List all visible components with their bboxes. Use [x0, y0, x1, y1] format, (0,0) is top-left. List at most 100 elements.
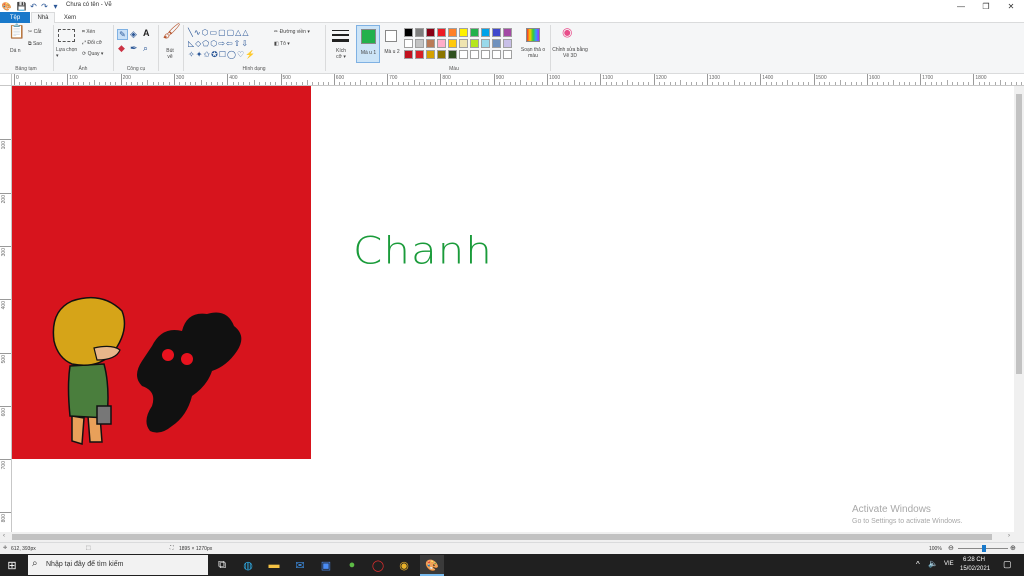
color2-button[interactable]: Mà u 2 — [382, 25, 402, 63]
text-tool-icon[interactable]: A — [143, 29, 150, 38]
opera-icon[interactable]: ◯ — [370, 557, 386, 573]
maximize-button[interactable]: ❐ — [975, 0, 997, 12]
language-indicator[interactable]: VIE — [944, 561, 954, 567]
crop-button[interactable]: ⌗ Xén — [82, 29, 95, 35]
edit-colors-icon[interactable] — [526, 28, 540, 42]
clock-time[interactable]: 6:28 CH — [963, 557, 985, 563]
tab-view[interactable]: Xem — [58, 12, 82, 23]
vertical-scroll-thumb[interactable] — [1016, 94, 1022, 374]
volume-icon[interactable]: 🔈 — [928, 559, 938, 568]
edge-icon[interactable]: ◍ — [240, 557, 256, 573]
horizontal-scrollbar[interactable]: ‹ › — [0, 532, 1024, 542]
palette-swatch[interactable] — [437, 28, 446, 37]
pencil-icon[interactable]: ✎ — [117, 29, 128, 40]
drawing-image[interactable] — [12, 86, 311, 459]
edit-colors-button[interactable]: Soạn thả o màu — [519, 47, 547, 59]
palette-swatch[interactable] — [437, 39, 446, 48]
shapes-gallery[interactable]: ╲∿⬡▭▢▢△△ ◺◇⬠⬡⇨⇦⇧⇩ ✧✦✩✪☐◯♡⚡ — [188, 27, 268, 61]
cut-button[interactable]: ✂ Cắt — [28, 29, 41, 35]
palette-swatch[interactable] — [448, 28, 457, 37]
paint-taskbar-icon[interactable]: 🎨 — [420, 555, 444, 575]
palette-swatch[interactable] — [459, 28, 468, 37]
palette-swatch[interactable] — [437, 50, 446, 59]
palette-swatch[interactable] — [426, 39, 435, 48]
redo-icon[interactable]: ↷ — [40, 1, 49, 11]
paste-icon[interactable]: 📋 — [8, 24, 25, 38]
palette-swatch[interactable] — [415, 28, 424, 37]
edit-with-paint-3d-button[interactable]: Chỉnh sửa bằng Vẽ 3D — [552, 47, 588, 59]
taskbar-search-box[interactable]: ⌕ Nhập tại đây để tìm kiếm — [28, 555, 208, 575]
copy-button[interactable]: ⧉ Sao — [28, 41, 42, 47]
clock-date[interactable]: 15/02/2021 — [960, 566, 990, 572]
palette-swatch[interactable] — [459, 50, 468, 59]
palette-swatch[interactable] — [404, 28, 413, 37]
title-bar: 🎨 💾 ↶ ↷ ▾ Chưa có tên - Vẽ — ❐ ✕ — [0, 0, 1024, 12]
fill-button[interactable]: ◧ Tô ▾ — [274, 41, 290, 47]
palette-swatch[interactable] — [426, 50, 435, 59]
undo-icon[interactable]: ↶ — [29, 1, 38, 11]
scroll-right-arrow-icon[interactable]: › — [1008, 533, 1010, 539]
brush-icon[interactable]: 🖌 — [162, 24, 181, 39]
vertical-scrollbar[interactable] — [1014, 86, 1024, 532]
color-picker-icon[interactable]: ✒ — [130, 44, 138, 53]
palette-swatch[interactable] — [470, 28, 479, 37]
select-button[interactable]: Lựa chọn ▾ — [56, 47, 78, 59]
rotate-button[interactable]: ⟳ Quay ▾ — [82, 51, 103, 57]
close-button[interactable]: ✕ — [1000, 0, 1022, 12]
minimize-button[interactable]: — — [950, 0, 972, 12]
ruler-minor-tick — [344, 82, 346, 85]
canvas-workspace[interactable]: Chanh Activate Windows Go to Settings to… — [12, 86, 1014, 532]
brushes-button[interactable]: Bút vẽ — [163, 48, 177, 60]
palette-swatch[interactable] — [415, 39, 424, 48]
eraser-icon[interactable]: ◆ — [118, 44, 125, 53]
palette-swatch[interactable] — [470, 39, 479, 48]
zoom-app-icon[interactable]: ▣ — [318, 557, 334, 573]
palette-swatch[interactable] — [481, 50, 490, 59]
palette-swatch[interactable] — [503, 28, 512, 37]
chrome-icon[interactable]: ◉ — [396, 557, 412, 573]
select-icon[interactable] — [58, 29, 75, 42]
ruler-tick — [653, 74, 655, 85]
palette-swatch[interactable] — [459, 39, 468, 48]
horizontal-scroll-thumb[interactable] — [12, 534, 992, 540]
ruler-minor-tick — [179, 82, 181, 85]
palette-swatch[interactable] — [470, 50, 479, 59]
palette-swatch[interactable] — [448, 50, 457, 59]
windows-start-icon[interactable]: ⊞ — [4, 557, 20, 573]
palette-swatch[interactable] — [481, 28, 490, 37]
palette-swatch[interactable] — [404, 50, 413, 59]
palette-swatch[interactable] — [492, 50, 501, 59]
tab-home[interactable]: Nhà — [31, 12, 55, 23]
notification-icon[interactable]: ▢ — [1003, 559, 1012, 570]
fill-bucket-icon[interactable]: ◈ — [130, 30, 137, 39]
zoom-in-button[interactable]: ⊕ — [1010, 544, 1016, 552]
tray-chevron-icon[interactable]: ^ — [916, 560, 920, 569]
save-icon[interactable]: 💾 — [17, 1, 27, 11]
scroll-left-arrow-icon[interactable]: ‹ — [3, 533, 5, 539]
file-explorer-icon[interactable]: ▬ — [266, 557, 282, 573]
size-icon[interactable] — [332, 28, 349, 45]
palette-swatch[interactable] — [448, 39, 457, 48]
magnifier-icon[interactable]: ⌕ — [143, 44, 148, 53]
zoom-slider-thumb[interactable] — [982, 545, 986, 552]
browser-icon-green[interactable]: ● — [344, 557, 360, 573]
outline-button[interactable]: ✏ Đường viền ▾ — [274, 29, 310, 35]
palette-swatch[interactable] — [415, 50, 424, 59]
zoom-out-button[interactable]: ⊖ — [948, 544, 954, 552]
paste-label[interactable]: Dá n — [10, 48, 21, 54]
task-view-icon[interactable]: ⧉ — [214, 557, 230, 573]
paint-3d-icon[interactable]: ◉ — [562, 26, 572, 38]
color1-button[interactable]: Mà u 1 — [356, 25, 380, 63]
palette-swatch[interactable] — [503, 39, 512, 48]
palette-swatch[interactable] — [492, 39, 501, 48]
mail-icon[interactable]: ✉ — [292, 557, 308, 573]
palette-swatch[interactable] — [492, 28, 501, 37]
customize-quick-access-icon[interactable]: ▾ — [51, 1, 60, 11]
tab-file[interactable]: Tệp — [0, 12, 30, 23]
resize-button[interactable]: ⤢ Đổi cỡ — [82, 40, 102, 46]
palette-swatch[interactable] — [481, 39, 490, 48]
palette-swatch[interactable] — [404, 39, 413, 48]
palette-swatch[interactable] — [503, 50, 512, 59]
palette-swatch[interactable] — [426, 28, 435, 37]
size-button[interactable]: Kích cỡ ▾ — [333, 48, 349, 60]
